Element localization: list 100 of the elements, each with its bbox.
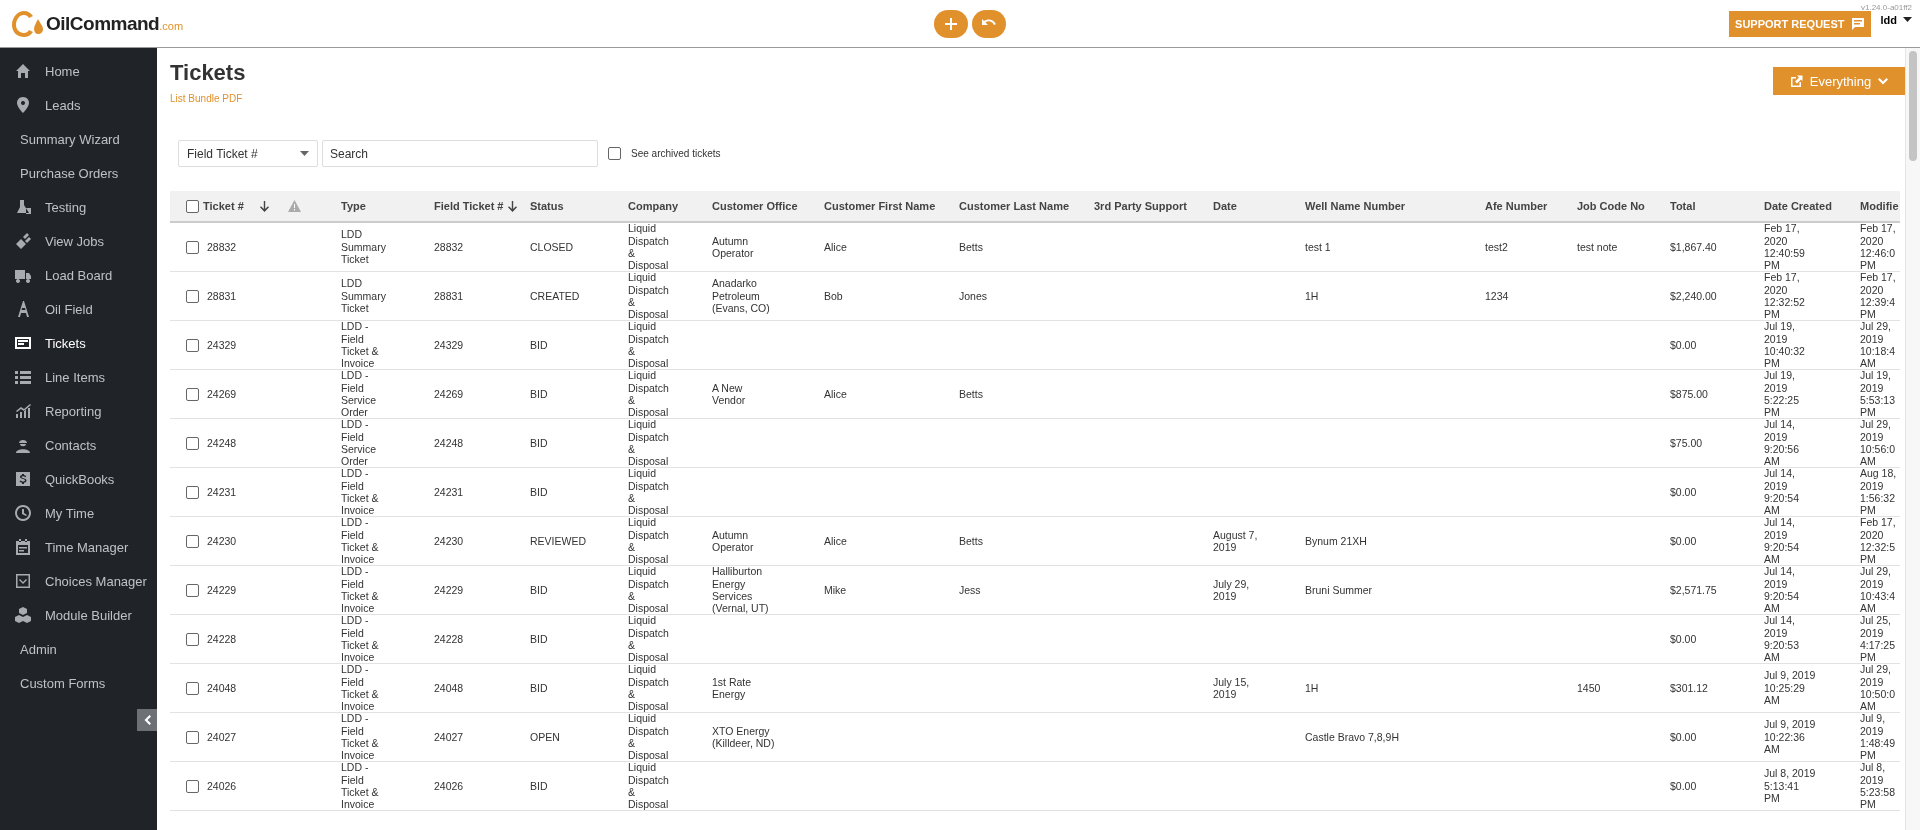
table-cell: BID	[530, 779, 548, 793]
column-header[interactable]: Date Created	[1764, 200, 1832, 212]
flask-icon	[14, 198, 32, 216]
table-cell: 24229	[434, 583, 464, 597]
table-cell: BID	[530, 338, 548, 352]
sort-down-icon[interactable]	[507, 200, 517, 212]
column-header[interactable]: Afe Number	[1485, 200, 1548, 212]
column-header[interactable]: Customer First Name	[824, 200, 936, 212]
column-header[interactable]: Well Name Number	[1305, 200, 1406, 212]
add-button[interactable]	[934, 9, 968, 38]
row-checkbox[interactable]	[186, 485, 199, 499]
table-cell-text: LDD - Field Ticket & Invoice	[341, 566, 380, 614]
table-cell-text: Liquid Dispatch & Disposal	[628, 615, 670, 663]
column-header[interactable]: Status	[530, 200, 564, 212]
column-header[interactable]: Company	[628, 200, 679, 212]
table-cell: Bob	[824, 289, 843, 303]
column-header[interactable]: Modifie	[1860, 200, 1899, 212]
row-checkbox[interactable]	[186, 632, 199, 646]
sidebar-item[interactable]: View Jobs	[0, 224, 157, 258]
table-cell-text: LDD - Field Ticket & Invoice	[341, 468, 380, 516]
table-cell-text: Jul 14, 2019 9:20:54 AM	[1764, 566, 1801, 614]
user-menu[interactable]: ldd	[1880, 13, 1912, 34]
select-all-checkbox[interactable]	[186, 199, 199, 213]
row-checkbox[interactable]	[186, 779, 199, 793]
table-cell-text: Jul 9, 2019 1:48:49 PM	[1860, 713, 1897, 761]
table-cell: 24228	[207, 632, 237, 646]
row-checkbox[interactable]	[186, 534, 199, 548]
column-header[interactable]: Ticket #	[203, 200, 269, 212]
row-checkbox[interactable]	[186, 240, 199, 254]
version-label: v1.24.0-a01ff2	[1861, 3, 1912, 12]
row-checkbox[interactable]	[186, 681, 199, 695]
row-checkbox[interactable]	[186, 338, 199, 352]
column-header[interactable]: Customer Last Name	[959, 200, 1070, 212]
table-cell-text: Jul 14, 2019 9:20:53 AM	[1764, 615, 1801, 663]
column-header[interactable]: Total	[1670, 200, 1696, 212]
home-icon	[14, 62, 32, 80]
sidebar-item[interactable]: Reporting	[0, 394, 157, 428]
row-checkbox[interactable]	[186, 436, 199, 450]
sidebar-item[interactable]: Module Builder	[0, 598, 157, 632]
archived-checkbox[interactable]	[608, 147, 621, 160]
table-cell: $0.00	[1670, 632, 1697, 646]
sort-down-icon[interactable]	[259, 200, 269, 212]
table-cell: Jones	[959, 289, 988, 303]
scrollbar[interactable]	[1905, 48, 1920, 830]
sidebar-item[interactable]: Admin	[0, 632, 157, 666]
sidebar-item[interactable]: Choices Manager	[0, 564, 157, 598]
collapse-sidebar-button[interactable]	[137, 709, 157, 731]
sidebar-item[interactable]: Contacts	[0, 428, 157, 462]
table-cell: test note	[1577, 240, 1618, 254]
page-title: Tickets	[170, 60, 246, 86]
table-cell-text: July 15, 2019	[1213, 675, 1251, 701]
table-cell-text: Liquid Dispatch & Disposal	[628, 370, 670, 418]
search-field[interactable]: Search	[322, 140, 598, 167]
column-header[interactable]: Date	[1213, 200, 1237, 212]
field-select[interactable]: Field Ticket #	[178, 140, 318, 167]
column-header[interactable]: Job Code No	[1577, 200, 1645, 212]
table-cell-text: Jul 14, 2019 9:20:54 AM	[1764, 468, 1801, 516]
sidebar-item[interactable]: Home	[0, 54, 157, 88]
table-cell-text: Feb 17, 2020 12:32:5 PM	[1860, 517, 1897, 565]
row-checkbox[interactable]	[186, 387, 199, 401]
table-cell: 24230	[207, 534, 237, 548]
archived-label: See archived tickets	[631, 148, 721, 159]
column-header[interactable]: Field Ticket #	[434, 200, 517, 212]
logo[interactable]: OilCommand.com	[0, 8, 910, 39]
table-cell: test2	[1485, 240, 1508, 254]
sidebar-item[interactable]: My Time	[0, 496, 157, 530]
sidebar-item[interactable]: Custom Forms	[0, 666, 157, 700]
table-cell-text: Liquid Dispatch & Disposal	[628, 321, 670, 369]
sidebar-item[interactable]: Summary Wizard	[0, 122, 157, 156]
table-cell: CLOSED	[530, 240, 574, 254]
table-cell: 24329	[434, 338, 464, 352]
column-header[interactable]: 3rd Party Support	[1094, 200, 1187, 212]
sidebar-item[interactable]: Time Manager	[0, 530, 157, 564]
table-cell: 1H	[1305, 289, 1319, 303]
sidebar-item[interactable]: Testing	[0, 190, 157, 224]
plug-icon	[14, 232, 32, 250]
sidebar-item[interactable]: Purchase Orders	[0, 156, 157, 190]
table-cell-text: Autumn Operator	[712, 234, 755, 260]
row-checkbox[interactable]	[186, 289, 199, 303]
row-checkbox[interactable]	[186, 730, 199, 744]
table-cell: 24269	[207, 387, 237, 401]
table-cell-text: Liquid Dispatch & Disposal	[628, 713, 670, 761]
table-cell: $0.00	[1670, 534, 1697, 548]
sidebar-item[interactable]: Oil Field	[0, 292, 157, 326]
column-header[interactable]: Type	[341, 200, 366, 212]
sidebar-item[interactable]: Load Board	[0, 258, 157, 292]
sidebar-item[interactable]: Line Items	[0, 360, 157, 394]
sidebar-item[interactable]: QuickBooks	[0, 462, 157, 496]
column-header[interactable]: Customer Office	[712, 200, 798, 212]
row-checkbox[interactable]	[186, 583, 199, 597]
table-cell-text: Liquid Dispatch & Disposal	[628, 419, 670, 467]
table-cell-text: Jul 25, 2019 4:17:25 PM	[1860, 615, 1897, 663]
caret-icon	[300, 151, 309, 156]
table-cell: Betts	[959, 240, 983, 254]
sidebar-item[interactable]: Tickets	[0, 326, 157, 360]
table-cell: $75.00	[1670, 436, 1703, 450]
sidebar-item[interactable]: Leads	[0, 88, 157, 122]
table-cell-text: Jul 29, 2019 10:50:0 AM	[1860, 664, 1897, 712]
undo-button[interactable]	[972, 9, 1006, 38]
logo-text: OilCommand.com	[46, 12, 184, 35]
